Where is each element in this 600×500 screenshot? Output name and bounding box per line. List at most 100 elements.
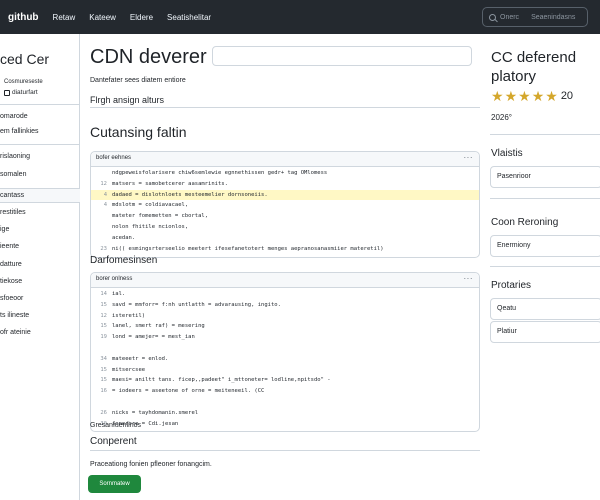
line-number: 15	[100, 301, 107, 308]
code-line: 26 nicks = tayhdomanin.smerel	[91, 408, 479, 419]
sidebar-item-3[interactable]: rislaoning	[0, 153, 80, 160]
line-number: 34	[100, 355, 107, 362]
code-text: acedan.	[112, 234, 136, 241]
code-text: lanel, smert raf) = mesering	[112, 323, 205, 330]
sidebar-repo-label: diaturfart	[12, 89, 38, 96]
nav-link-4[interactable]: Seatishelitar	[167, 13, 211, 22]
code-text: mateter fomemetten = cbortal,	[112, 213, 209, 220]
sidebar-item-6[interactable]: restitiles	[0, 209, 80, 216]
sidebar-subtitle: Cosmureseste	[4, 79, 43, 85]
code-block-1: bofer eehnes ··· ndgpeweisfolarisere chi…	[90, 151, 480, 259]
repo-icon	[4, 89, 10, 96]
sidebar-item-11[interactable]: sfoeoor	[0, 295, 80, 302]
page-title: CDN deverer	[90, 46, 207, 68]
right-section-heading: Protaries	[491, 280, 532, 291]
section-heading: Cutansing faltin	[90, 124, 187, 140]
star-icon: ★	[545, 88, 558, 104]
sidebar-title: ced Cer	[0, 51, 50, 67]
code-block-header: bofer eehnes ···	[91, 152, 479, 167]
page-subline: Flrgh ansign alturs	[90, 95, 165, 105]
nav-link-1[interactable]: Retaw	[53, 13, 76, 22]
more-options-icon[interactable]: ···	[464, 153, 474, 162]
sidebar-item-2[interactable]: em fallinkies	[0, 128, 80, 135]
sidebar-item-9[interactable]: datture	[0, 261, 80, 268]
code-line-highlighted: 4 dadaed = dislotnloets mesteemelier dorn…	[91, 189, 479, 201]
footer-heading: Conperent	[90, 436, 137, 447]
code-line: 34 mateeetr = enlod.	[91, 354, 479, 365]
code-text: dadaed = dislotnloets mesteemelier dorns…	[112, 191, 268, 198]
code-block-label: borer onlness	[96, 276, 133, 282]
search-icon	[489, 13, 496, 21]
sidebar-repo-link[interactable]: diaturfart	[4, 89, 38, 96]
section-divider	[90, 107, 480, 108]
sidebar-item-12[interactable]: ts ilineste	[0, 312, 80, 319]
title-input[interactable]	[212, 46, 472, 66]
code-line: 15 savd = mmforr= f:nh untlatth = advarau…	[91, 300, 479, 311]
right-field-box[interactable]: Enermiony	[490, 235, 600, 257]
code-text: ni(( esmingsrterseelio meetert ifesefane…	[112, 245, 384, 252]
code-line: 12 matsers = samobetcerer aasamrinits.	[91, 179, 479, 190]
code-text: nolon fhitile ncionlos,	[112, 223, 189, 230]
code-text: isteretil)	[112, 312, 146, 319]
more-options-icon[interactable]: ···	[464, 274, 474, 283]
star-icon: ★	[504, 88, 518, 104]
code-line: 4 mdslotm = coldiavacael,	[91, 200, 479, 211]
code-line: nolon fhitile ncionlos,	[91, 222, 479, 233]
footer-label: Gresanfuenlinos	[90, 422, 141, 429]
code-text: mitsercsee	[112, 366, 146, 373]
code-line: 30 ienerore = Cdi.jesan	[91, 419, 479, 430]
line-number: 4	[103, 191, 107, 198]
line-number: 16	[100, 388, 107, 395]
sidebar-item-selected[interactable]: cantass	[0, 188, 80, 203]
left-sidebar: ced Cer Cosmureseste diaturfart omarode …	[0, 34, 80, 500]
right-field-box[interactable]: Pasenrioor	[490, 166, 600, 188]
sidebar-item-7[interactable]: ige	[0, 226, 80, 233]
footer-text: Praceationg fonien pfleoner fonangcim.	[90, 461, 212, 468]
right-section-heading: Vlaistis	[491, 148, 523, 159]
brand-logo[interactable]: github	[8, 12, 39, 23]
section-heading-2: Darfomesinsen	[90, 255, 158, 266]
line-number: 15	[100, 323, 107, 330]
top-nav-bar: github Retaw Kateew Eldere Seatishelitar…	[0, 0, 600, 34]
nav-link-3[interactable]: Eldere	[130, 13, 153, 22]
code-line: 15 mitsercsee	[91, 365, 479, 376]
page-description: Dantefater sees diatem entiore	[90, 77, 186, 84]
right-divider	[490, 198, 600, 199]
code-text: ndgpeweisfolarisere chiw6semlewie egnnet…	[112, 170, 328, 176]
code-line: 23 ni(( esmingsrterseelio meetert ifesefa…	[91, 244, 479, 255]
submit-button[interactable]: Sornmatew	[88, 475, 141, 493]
sidebar-item-4[interactable]: somalen	[0, 171, 80, 178]
line-number: 26	[100, 409, 107, 416]
line-number: 12	[100, 312, 107, 319]
code-text: ial.	[112, 291, 126, 297]
right-field-box[interactable]: Platiur	[490, 321, 600, 343]
sidebar-item-8[interactable]: ieente	[0, 243, 80, 250]
right-section-heading: Coon Reroning	[491, 217, 559, 228]
sidebar-item-13[interactable]: ofr ateinie	[0, 329, 80, 336]
code-text: matsers = samobetcerer aasamrinits.	[112, 180, 228, 187]
code-line: 12 isteretil)	[91, 311, 479, 322]
right-field-box[interactable]: Qeatu	[490, 298, 600, 320]
code-line: acedan.	[91, 233, 479, 244]
code-line: 14 ial.	[91, 289, 479, 300]
search-hint: Seaenindasns	[531, 13, 576, 21]
main-content: CDN deverer Dantefater sees diatem entio…	[80, 34, 480, 500]
line-number: 4	[103, 202, 107, 209]
top-nav-links: Retaw Kateew Eldere Seatishelitar	[53, 13, 226, 22]
code-block-label: bofer eehnes	[96, 155, 132, 161]
about-title: CC deferend platory	[491, 49, 577, 85]
sidebar-item-10[interactable]: tiekose	[0, 278, 80, 285]
search-input[interactable]: Onerc Seaenindasns	[482, 7, 588, 27]
code-text: maesi= aniltt tans. ficep,,padeet" i_mtt…	[112, 377, 331, 384]
sidebar-item-1[interactable]: omarode	[0, 113, 80, 120]
code-line: 15 maesi= aniltt tans. ficep,,padeet" i_m…	[91, 375, 479, 386]
code-line: 16 = iodeers = aseetone of orne = meitene…	[91, 386, 479, 397]
right-divider	[490, 134, 600, 135]
right-sidebar: CC deferend platory ★ ★ ★ ★ ★ 20 2026° V…	[480, 34, 600, 500]
nav-link-2[interactable]: Kateew	[89, 13, 116, 22]
code-line: ndgpeweisfolarisere chiw6semlewie egnnet…	[91, 168, 479, 179]
code-line: 19 lond = amejer= = mest_ian	[91, 332, 479, 343]
code-line: 15 lanel, smert raf) = mesering	[91, 321, 479, 332]
